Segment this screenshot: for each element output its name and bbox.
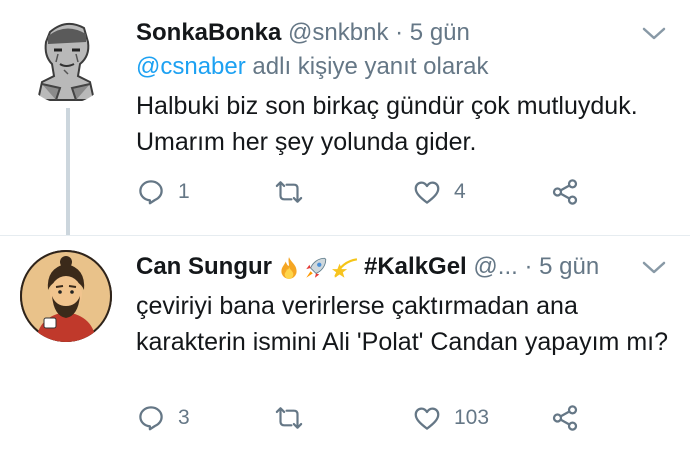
fire-icon (281, 257, 297, 280)
tweet[interactable]: Can Sungur #KalkGel @... · 5 gün çeviriyi… (0, 236, 690, 453)
bearded-man-avatar-image (20, 250, 112, 342)
username[interactable]: @snkbnk (288, 19, 388, 46)
timestamp[interactable]: 5 gün (539, 253, 599, 280)
retweet-button[interactable] (272, 398, 318, 438)
heart-icon (414, 407, 440, 430)
reply-button[interactable]: 1 (136, 172, 190, 212)
dizzy-star-icon (332, 258, 358, 279)
retweet-button[interactable] (272, 172, 318, 212)
rocket-icon (306, 258, 327, 279)
separator-dot: · (395, 19, 404, 46)
like-button[interactable]: 103 (412, 398, 489, 438)
display-name-emojis (276, 251, 360, 285)
like-count: 4 (454, 180, 466, 203)
username[interactable]: @... (473, 253, 517, 280)
like-button[interactable]: 4 (412, 172, 466, 212)
chevron-down-icon[interactable] (638, 250, 670, 284)
share-button[interactable] (550, 398, 592, 438)
reply-count: 3 (178, 406, 190, 429)
mention-link[interactable]: @csnaber (136, 53, 246, 80)
tweet-text: çeviriyi bana verirlerse çaktırmadan ana… (136, 292, 668, 356)
tweet[interactable]: SonkaBonka @snkbnk · 5 gün @csnaber adlı… (0, 0, 690, 236)
timestamp[interactable]: 5 gün (410, 19, 470, 46)
separator-dot: · (524, 253, 533, 280)
sketch-soldier-avatar-image (20, 12, 112, 104)
reply-icon (139, 180, 163, 205)
tweet-header: Can Sungur #KalkGel @... · 5 gün (136, 250, 670, 284)
retweet-icon (275, 407, 303, 429)
retweet-icon (275, 181, 303, 203)
display-name-hashtag[interactable]: #KalkGel (364, 253, 467, 280)
like-count: 103 (454, 406, 490, 429)
share-icon (552, 405, 578, 431)
reply-button[interactable]: 3 (136, 398, 190, 438)
avatar[interactable] (20, 12, 112, 104)
tweet-text: Halbuki biz son birkaç gündür çok mutluy… (136, 92, 638, 156)
heart-icon (414, 181, 440, 204)
display-name[interactable]: Can Sungur (136, 253, 272, 280)
share-icon (552, 179, 578, 205)
thread-connector-line (66, 108, 70, 236)
share-button[interactable] (550, 172, 592, 212)
action-bar: 3 103 (136, 398, 606, 438)
reply-icon (139, 406, 163, 431)
action-bar: 1 4 (136, 172, 606, 212)
display-name[interactable]: SonkaBonka (136, 19, 281, 46)
reply-count: 1 (178, 180, 190, 203)
chevron-down-icon[interactable] (638, 16, 670, 50)
tweet-header: SonkaBonka @snkbnk · 5 gün (136, 16, 670, 50)
reply-context: @csnaber adlı kişiye yanıt olarak (136, 50, 670, 84)
reply-context-suffix: adlı kişiye yanıt olarak (245, 53, 489, 80)
avatar[interactable] (20, 250, 112, 342)
tweet-content: Can Sungur #KalkGel @... · 5 gün çeviriyi… (136, 250, 670, 360)
tweet-content: SonkaBonka @snkbnk · 5 gün @csnaber adlı… (136, 16, 670, 160)
